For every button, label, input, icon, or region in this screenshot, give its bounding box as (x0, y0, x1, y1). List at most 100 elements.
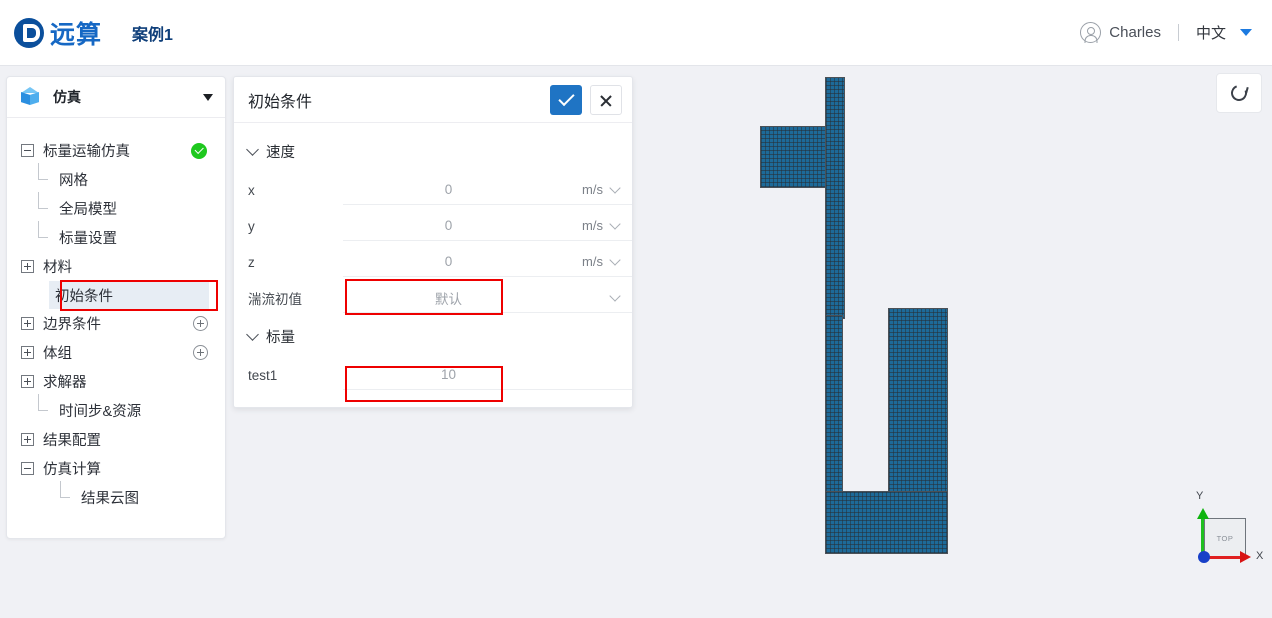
tree-item-label: 网格 (59, 173, 88, 189)
tree-branch-line (59, 481, 72, 504)
tree-branch-line (37, 192, 50, 215)
section-header-scalar[interactable]: 标量 (234, 316, 632, 357)
expand-plus-icon[interactable] (21, 260, 34, 273)
expand-plus-icon[interactable] (21, 317, 34, 330)
tree-item-boundary-conditions[interactable]: 边界条件 (7, 309, 225, 338)
tree-item-label: 标量运输仿真 (43, 144, 130, 160)
velocity-x-unit-select[interactable]: m/s (554, 175, 632, 205)
tree-item-label: 结果云图 (81, 491, 139, 507)
section-title: 速度 (266, 145, 295, 161)
section-header-velocity[interactable]: 速度 (234, 131, 632, 172)
scalar-test1-unit (554, 360, 632, 390)
axis-y-arrowhead (1197, 508, 1209, 519)
status-badge-success-icon (191, 142, 207, 159)
dialog-actions (550, 84, 622, 115)
turbulence-dropdown-toggle[interactable] (554, 283, 632, 313)
case-title: 案例1 (132, 26, 173, 44)
velocity-x-input[interactable] (343, 175, 554, 205)
close-x-button[interactable] (590, 84, 622, 115)
velocity-z-input[interactable] (343, 247, 554, 277)
velocity-y-unit-select[interactable]: m/s (554, 211, 632, 241)
unit-label: m/s (582, 254, 603, 269)
header-right-group: Charles 中文 (1080, 22, 1252, 43)
field-label: test1 (248, 367, 278, 383)
dialog-body: 速度 x m/s y m/s z m/s (234, 123, 632, 407)
tree-item-material[interactable]: 材料 (7, 252, 225, 281)
axis-label-y: Y (1196, 490, 1204, 502)
tree-item-global-model[interactable]: 全局模型 (7, 192, 225, 223)
chevron-down-icon (609, 253, 621, 266)
add-boundary-condition-icon[interactable] (193, 316, 208, 331)
tree-item-label: 材料 (43, 260, 72, 276)
tree-item-initial-conditions[interactable]: 初始条件 (49, 281, 209, 309)
section-title: 标量 (266, 330, 295, 346)
tree-item-label: 时间步&资源 (59, 404, 142, 420)
axis-orientation-widget[interactable]: Y X TOP (1184, 488, 1270, 584)
tree-item-label: 体组 (43, 346, 72, 362)
tree-item-label: 标量设置 (59, 231, 117, 247)
axis-x-arrowhead (1240, 551, 1251, 563)
axis-z-marker (1198, 551, 1210, 563)
sidebar-panel: 仿真 标量运输仿真 网格 全局模型 标量设置 材料 初始条件 边界条件 体组 求… (6, 76, 226, 539)
header-divider (1177, 24, 1179, 41)
sidebar-header-label: 仿真 (53, 89, 81, 105)
refresh-icon (1228, 82, 1250, 104)
unit-label: m/s (582, 218, 603, 233)
add-volume-group-icon[interactable] (193, 345, 208, 360)
tree-item-label: 边界条件 (43, 317, 101, 333)
field-row-turbulence-initial: 湍流初值 (234, 280, 632, 316)
chevron-down-icon[interactable] (1240, 29, 1252, 36)
yuansuan-logo-icon (14, 17, 44, 48)
initial-conditions-dialog: 初始条件 速度 x m/s y m/s z (233, 76, 633, 408)
chevron-down-icon[interactable] (203, 93, 213, 101)
tree-branch-line (37, 163, 50, 186)
expand-plus-icon[interactable] (21, 433, 34, 446)
tree-item-mesh[interactable]: 网格 (7, 163, 225, 194)
chevron-down-icon (609, 289, 621, 302)
field-label: y (248, 218, 255, 234)
reset-view-button[interactable] (1216, 73, 1262, 113)
user-avatar-icon (1080, 22, 1102, 43)
mesh-part-base-block (825, 491, 948, 554)
expand-plus-icon[interactable] (21, 346, 34, 359)
cube-icon (19, 86, 41, 108)
tree-item-timestep-resources[interactable]: 时间步&资源 (7, 394, 225, 425)
field-row-test1: test1 (234, 357, 632, 393)
language-label[interactable]: 中文 (1196, 22, 1226, 43)
tree-item-result-config[interactable]: 结果配置 (7, 425, 225, 454)
chevron-down-icon[interactable] (246, 328, 259, 341)
confirm-check-button[interactable] (550, 84, 582, 115)
field-row-velocity-y: y m/s (234, 208, 632, 244)
brand-logo[interactable]: 远算 (14, 15, 102, 51)
3d-viewport[interactable]: Y X TOP (640, 66, 1272, 618)
collapse-minus-icon[interactable] (21, 462, 34, 475)
simulation-tree: 标量运输仿真 网格 全局模型 标量设置 材料 初始条件 边界条件 体组 求解器 … (7, 118, 225, 538)
tree-item-result-contour[interactable]: 结果云图 (7, 481, 225, 512)
dialog-title: 初始条件 (248, 93, 313, 111)
collapse-minus-icon[interactable] (21, 144, 34, 157)
field-label: 湍流初值 (248, 292, 302, 307)
tree-item-simulation-run[interactable]: 仿真计算 (7, 454, 225, 483)
expand-plus-icon[interactable] (21, 375, 34, 388)
turbulence-initial-select[interactable] (343, 283, 554, 313)
scalar-test1-input[interactable] (343, 360, 554, 390)
field-label: x (248, 182, 255, 198)
chevron-down-icon (609, 217, 621, 230)
tree-item-label: 仿真计算 (43, 462, 101, 478)
field-row-velocity-z: z m/s (234, 244, 632, 280)
tree-item-label: 初始条件 (55, 288, 113, 305)
tree-item-solver[interactable]: 求解器 (7, 367, 225, 396)
tree-item-volume-group[interactable]: 体组 (7, 338, 225, 367)
velocity-y-input[interactable] (343, 211, 554, 241)
user-account-button[interactable]: Charles (1080, 22, 1161, 43)
user-name-label: Charles (1109, 24, 1161, 41)
tree-item-label: 求解器 (43, 375, 87, 391)
tree-branch-line (37, 394, 50, 417)
chevron-down-icon[interactable] (246, 143, 259, 156)
velocity-z-unit-select[interactable]: m/s (554, 247, 632, 277)
unit-label: m/s (582, 182, 603, 197)
tree-item-scalar-settings[interactable]: 标量设置 (7, 221, 225, 252)
sidebar-header[interactable]: 仿真 (7, 77, 225, 118)
field-row-velocity-x: x m/s (234, 172, 632, 208)
tree-item-scalar-transport-sim[interactable]: 标量运输仿真 (7, 136, 225, 165)
